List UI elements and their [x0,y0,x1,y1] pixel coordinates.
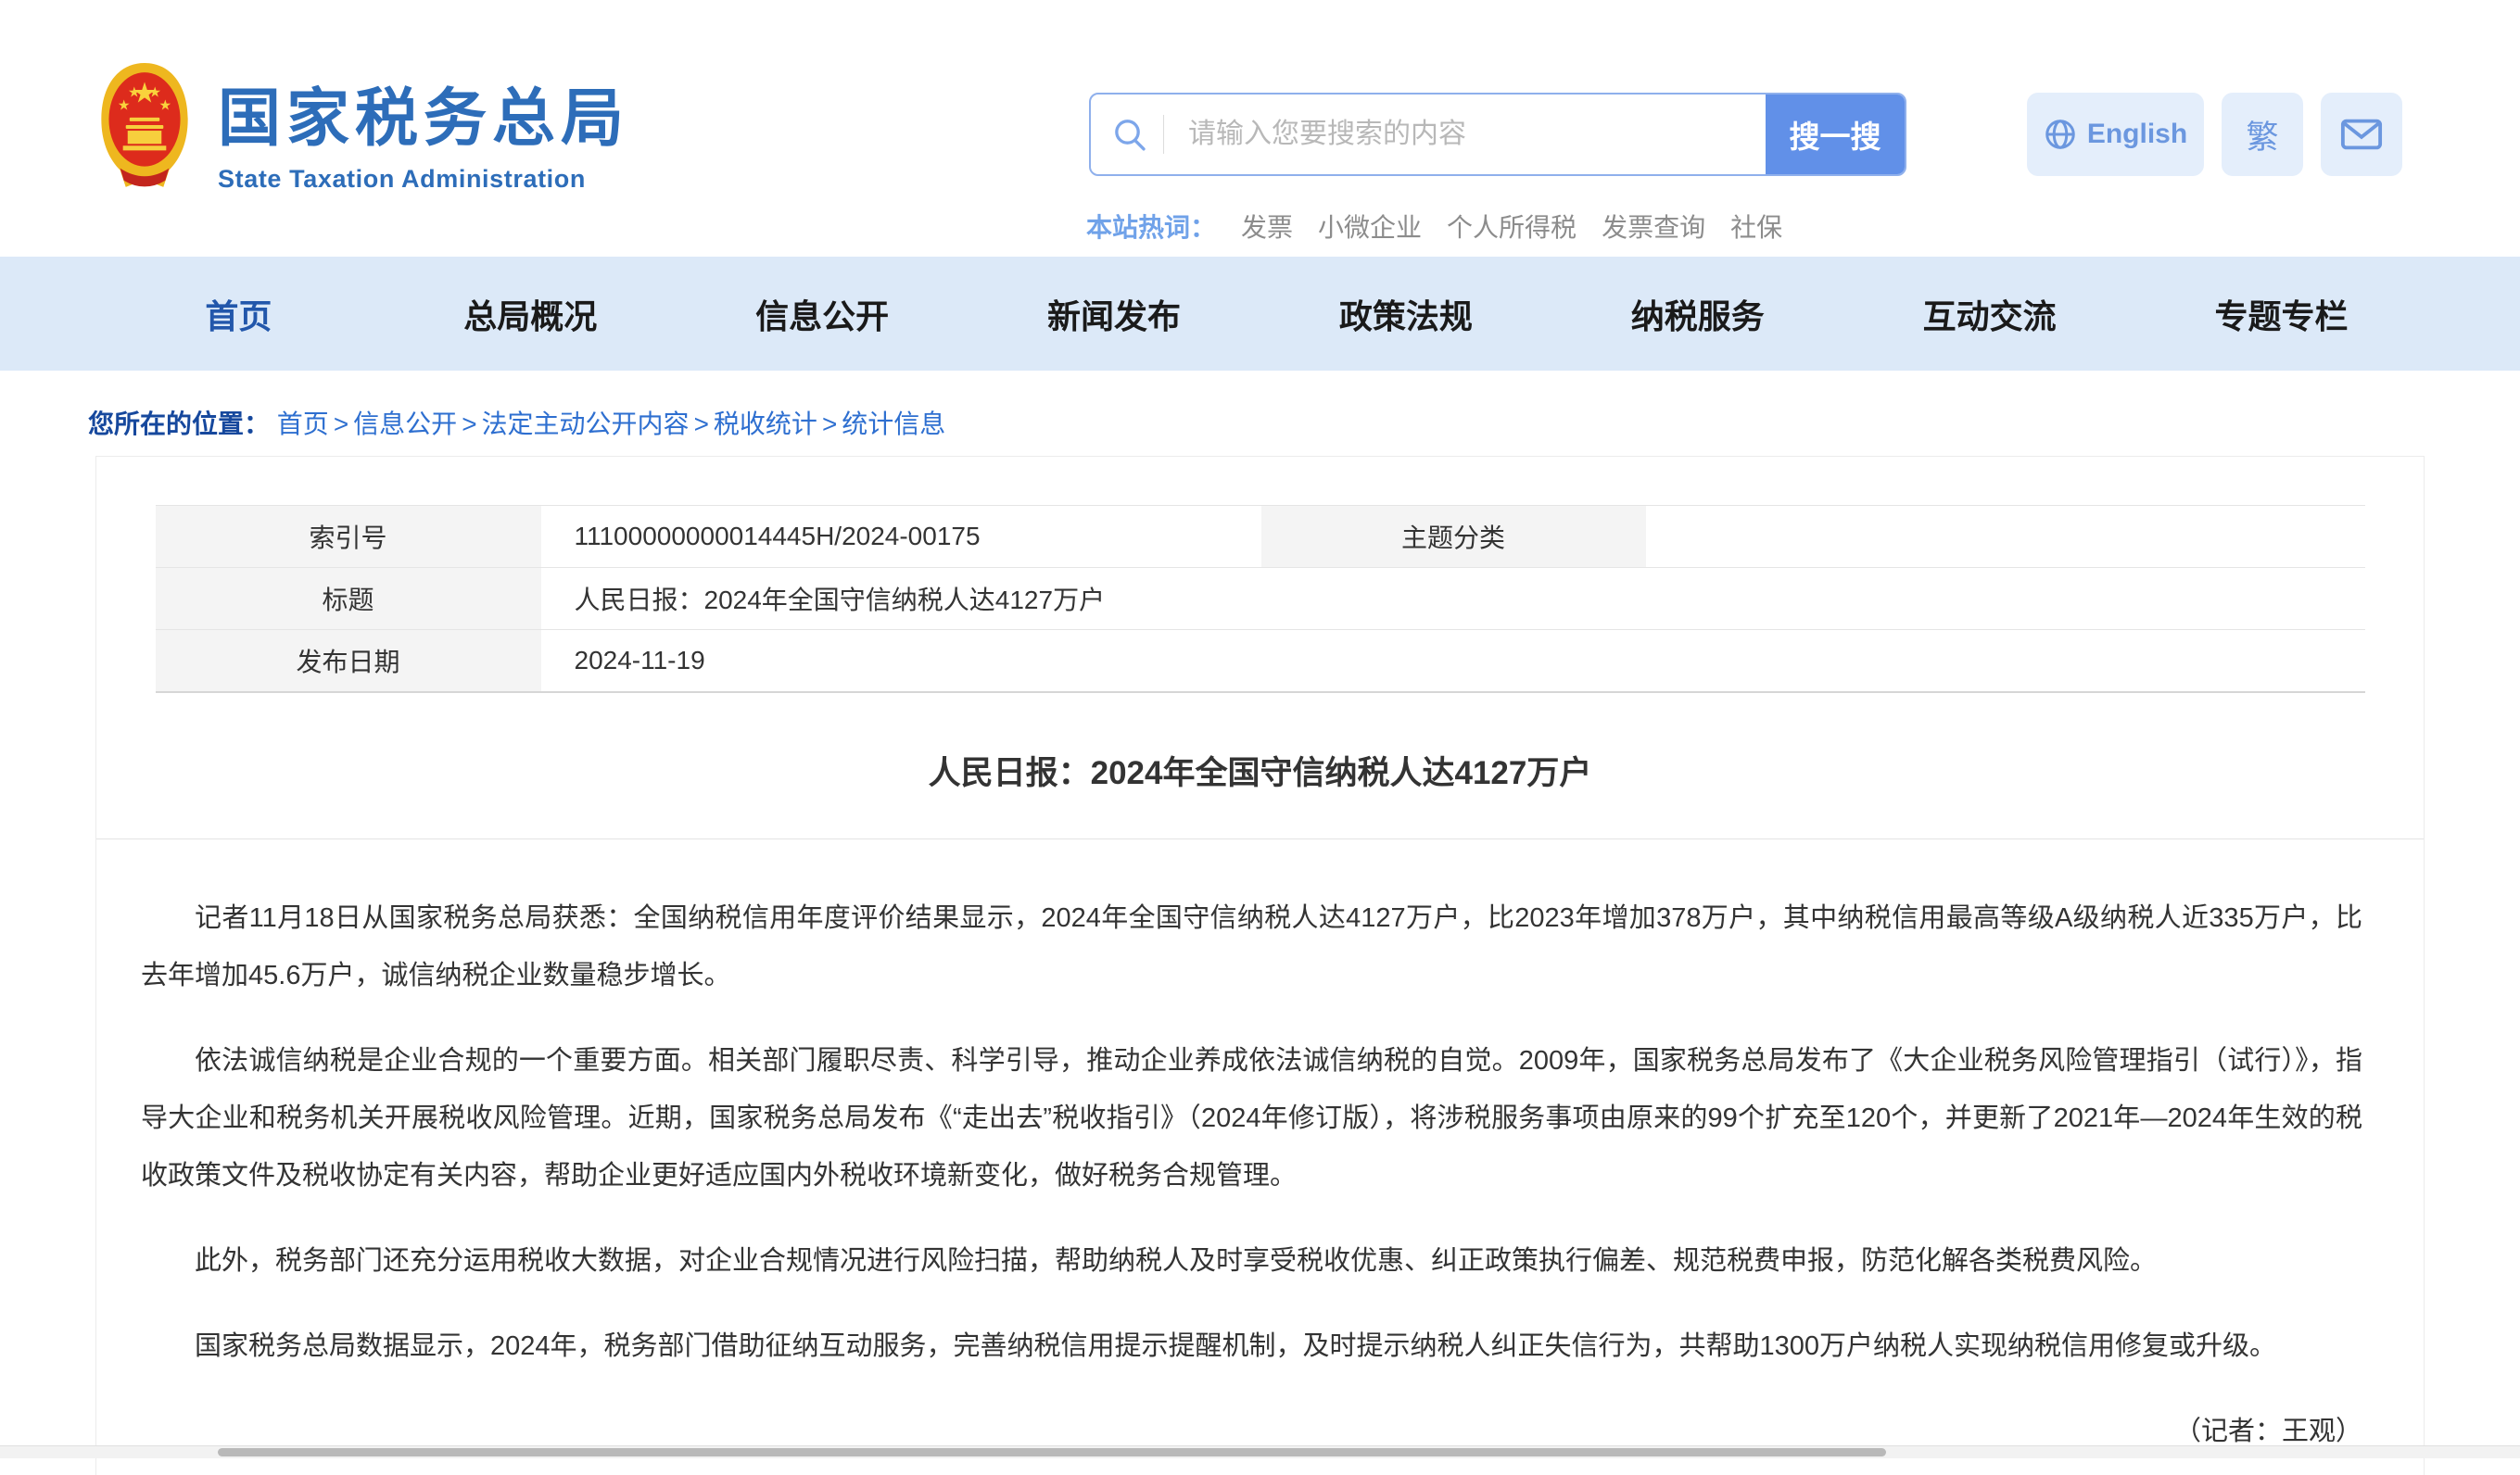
horizontal-scrollbar[interactable] [0,1445,2520,1458]
meta-row-title: 标题 人民日报：2024年全国守信纳税人达4127万户 [156,568,2365,630]
breadcrumb: 您所在的位置： 首页>信息公开>法定主动公开内容>税收统计>统计信息 [0,371,2520,456]
hot-word-invoice-query[interactable]: 发票查询 [1602,208,1705,245]
nav-item-overview[interactable]: 总局概况 [385,290,677,338]
search-input[interactable] [1186,118,1766,151]
meta-value-index: 11100000000014445H/2024-00175 [541,506,1261,568]
content-box: 索引号 11100000000014445H/2024-00175 主题分类 标… [95,456,2425,1475]
globe-icon [2044,118,2077,151]
document-meta-table: 索引号 11100000000014445H/2024-00175 主题分类 标… [156,505,2365,693]
breadcrumb-label: 您所在的位置： [88,410,270,438]
search-divider [1163,115,1164,154]
meta-label-category: 主题分类 [1261,506,1646,568]
hot-words: 本站热词： 发票 小微企业 个人所得税 发票查询 社保 [1086,208,1782,245]
meta-value-title: 人民日报：2024年全国守信纳税人达4127万户 [541,568,2365,630]
hot-word-individual-income-tax[interactable]: 个人所得税 [1447,208,1577,245]
hot-word-small-business[interactable]: 小微企业 [1318,208,1422,245]
article-title: 人民日报：2024年全国守信纳税人达4127万户 [96,747,2424,794]
nav-item-policies[interactable]: 政策法规 [1260,290,1552,338]
english-button[interactable]: English [2027,93,2204,176]
article-paragraph-4: 国家税务总局数据显示，2024年，税务部门借助征纳互动服务，完善纳税信用提示提醒… [141,1317,2362,1375]
nav-item-special-topics[interactable]: 专题专栏 [2135,290,2427,338]
nav-item-news[interactable]: 新闻发布 [969,290,1260,338]
breadcrumb-separator: > [462,410,476,438]
breadcrumb-home[interactable]: 首页 [277,410,329,438]
nav-item-home[interactable]: 首页 [93,290,385,338]
hot-word-social-security[interactable]: 社保 [1730,208,1782,245]
article-paragraph-1: 记者11月18日从国家税务总局获悉：全国纳税信用年度评价结果显示，2024年全国… [141,889,2362,1004]
english-label: English [2087,119,2187,150]
search-button[interactable]: 搜一搜 [1766,93,1905,176]
nav-item-interaction[interactable]: 互动交流 [1843,290,2135,338]
meta-value-category [1646,506,2365,568]
article-paragraph-2: 依法诚信纳税是企业合规的一个重要方面。相关部门履职尽责、科学引导，推动企业养成依… [141,1032,2362,1204]
site-name: 国家税务总局 [218,87,629,150]
site-title-group: 国家税务总局 State Taxation Administration [218,61,629,194]
nav-item-tax-services[interactable]: 纳税服务 [1551,290,1843,338]
breadcrumb-information-disclosure[interactable]: 信息公开 [353,410,457,438]
article-paragraph-3: 此外，税务部门还充分运用税收大数据，对企业合规情况进行风险扫描，帮助纳税人及时享… [141,1232,2362,1290]
breadcrumb-statistical-information[interactable]: 统计信息 [842,410,945,438]
meta-value-date: 2024-11-19 [541,630,2365,692]
breadcrumb-statutory-disclosure[interactable]: 法定主动公开内容 [482,410,690,438]
horizontal-scrollbar-thumb[interactable] [218,1448,1886,1456]
meta-label-date: 发布日期 [156,630,541,692]
meta-label-index: 索引号 [156,506,541,568]
search-box: 搜一搜 [1089,93,1906,176]
site-header: ★ ★ ★ ★ ★ 国家税务总局 State Taxation Administ… [0,0,2520,257]
site-name-en: State Taxation Administration [218,165,629,194]
header-actions: English 繁 [2027,93,2402,176]
breadcrumb-tax-statistics[interactable]: 税收统计 [714,410,817,438]
mail-button[interactable] [2321,93,2402,176]
search-icon [1111,116,1148,153]
page: ★ ★ ★ ★ ★ 国家税务总局 State Taxation Administ… [0,0,2520,1475]
meta-label-title: 标题 [156,568,541,630]
mail-icon [2340,118,2383,151]
svg-text:★: ★ [158,98,171,114]
main-nav: 首页 总局概况 信息公开 新闻发布 政策法规 纳税服务 互动交流 专题专栏 [0,257,2520,371]
meta-row-date: 发布日期 2024-11-19 [156,630,2365,692]
traditional-chinese-label: 繁 [2246,111,2278,158]
nav-item-information-disclosure[interactable]: 信息公开 [677,290,969,338]
svg-text:★: ★ [128,85,141,101]
site-logo[interactable]: ★ ★ ★ ★ ★ 国家税务总局 State Taxation Administ… [97,61,629,194]
breadcrumb-separator: > [334,410,348,438]
national-emblem-icon: ★ ★ ★ ★ ★ [97,61,192,193]
breadcrumb-separator: > [694,410,709,438]
breadcrumb-separator: > [822,410,837,438]
hot-words-label: 本站热词： [1086,208,1216,245]
traditional-chinese-button[interactable]: 繁 [2222,93,2303,176]
hot-word-invoice[interactable]: 发票 [1241,208,1293,245]
meta-row-index: 索引号 11100000000014445H/2024-00175 主题分类 [156,506,2365,568]
article-body: 记者11月18日从国家税务总局获悉：全国纳税信用年度评价结果显示，2024年全国… [96,839,2424,1460]
search-area: 搜一搜 [1089,93,1906,176]
